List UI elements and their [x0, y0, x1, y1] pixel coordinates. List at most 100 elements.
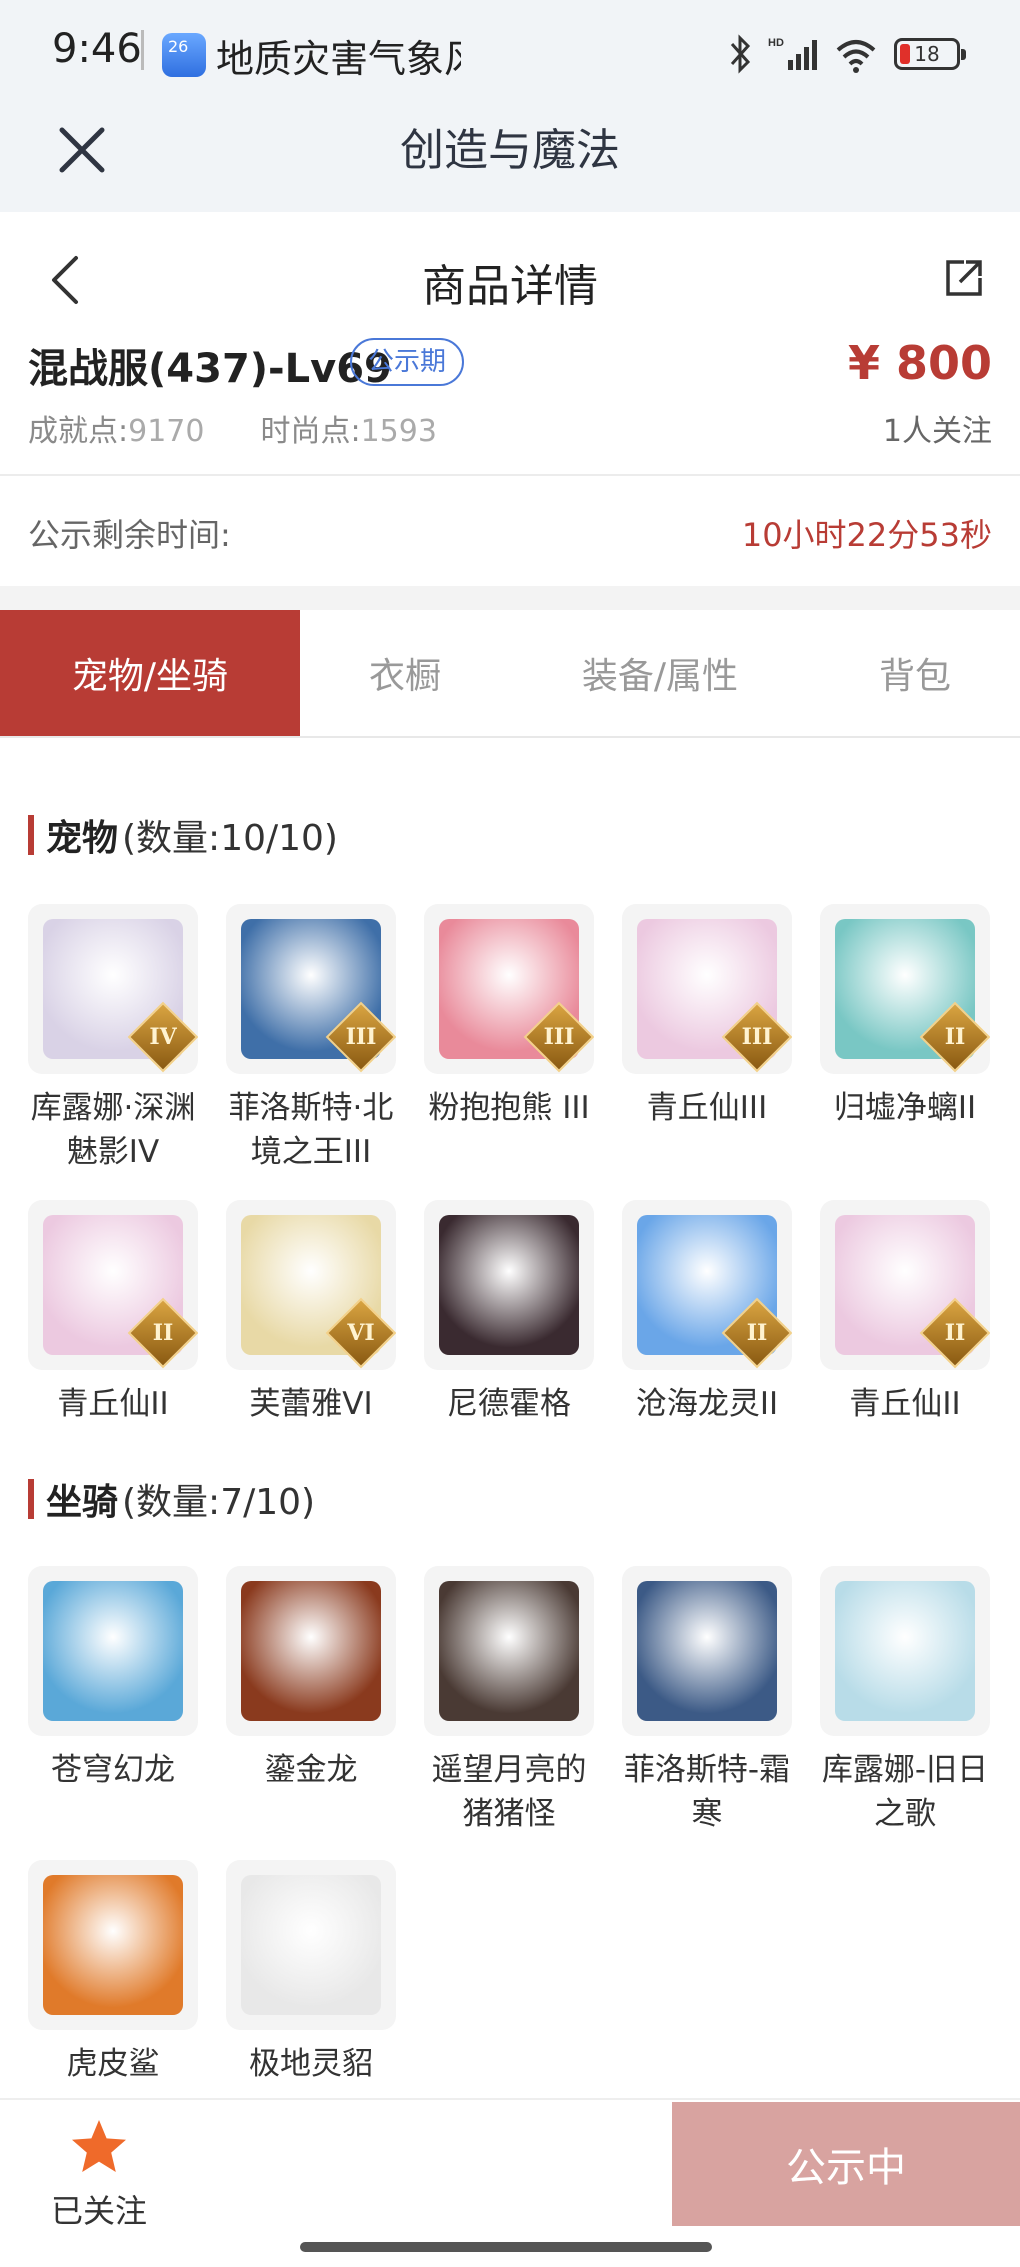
- thumbnail: [28, 1566, 198, 1736]
- mount-card[interactable]: 遥望月亮的猪猪怪: [424, 1566, 594, 1836]
- tier-numeral: II: [944, 1320, 966, 1346]
- pet-card[interactable]: II 归墟净螭II: [820, 904, 990, 1174]
- battery-icon: 18: [894, 38, 966, 70]
- share-icon[interactable]: [942, 256, 986, 300]
- pets-section-title: 宠物 (数量:10/10): [28, 812, 338, 859]
- thumbnail: [424, 1566, 594, 1736]
- golden-dragon-icon: [241, 1581, 381, 1721]
- pet-card[interactable]: II 青丘仙II: [28, 1200, 198, 1426]
- black-dragon-icon: [439, 1215, 579, 1355]
- status-bar: 9:46 26 地质灾害气象风 HD 18: [0, 0, 1020, 110]
- bottom-action-bar: 已关注 公示中: [0, 2098, 1020, 2267]
- card-label: 归墟净螭II: [833, 1090, 977, 1126]
- mount-card[interactable]: 苍穹幻龙: [28, 1566, 198, 1836]
- frost-king-icon: [637, 1581, 777, 1721]
- achievement-label: 成就点:: [28, 414, 129, 449]
- pig-monster-icon: [439, 1581, 579, 1721]
- section-marker: [28, 815, 34, 855]
- status-time: 9:46: [52, 26, 142, 72]
- tier-numeral: II: [152, 1320, 174, 1346]
- pet-card[interactable]: 尼德霍格: [424, 1200, 594, 1426]
- card-label: 极地灵貂: [249, 2046, 373, 2082]
- status-notification: 地质灾害气象风: [216, 37, 461, 81]
- card-label: 菲洛斯特·北境之王III: [228, 1090, 394, 1170]
- pet-card[interactable]: IV 库露娜·深渊魅影IV: [28, 904, 198, 1174]
- pet-card[interactable]: II 青丘仙II: [820, 1200, 990, 1426]
- timer-label: 公示剩余时间:: [28, 516, 231, 554]
- weather-app-icon: 26: [162, 33, 206, 77]
- home-indicator: [300, 2242, 712, 2252]
- polar-marten-icon: [241, 1875, 381, 2015]
- pet-card[interactable]: VI 芙蕾雅VI: [226, 1200, 396, 1426]
- product-header: 商品详情 混战服(437)-Lv69 公示期 ¥ 800 成就点:9170 时尚点…: [0, 212, 1020, 474]
- item-name: 混战服(437)-Lv69: [28, 346, 392, 392]
- follow-label: 已关注: [50, 2192, 147, 2230]
- fashion-label: 时尚点:: [260, 414, 361, 449]
- tier-numeral: IV: [149, 1024, 177, 1050]
- status-icons: HD 18: [728, 32, 966, 76]
- card-label: 菲洛斯特-霜寒: [623, 1752, 791, 1832]
- thumbnail: IV: [28, 904, 198, 1074]
- app-title-bar: 创造与魔法: [0, 110, 1020, 212]
- card-label: 鎏金龙: [264, 1752, 358, 1788]
- card-label: 虎皮鲨: [66, 2046, 160, 2082]
- signal-icon: HD: [768, 37, 817, 70]
- card-label: 尼德霍格: [447, 1386, 571, 1422]
- tab-wardrobe[interactable]: 衣橱: [300, 610, 510, 736]
- price: ¥ 800: [847, 336, 992, 390]
- mount-card[interactable]: 虎皮鲨: [28, 1860, 198, 2086]
- pet-card[interactable]: III 青丘仙III: [622, 904, 792, 1174]
- mount-card[interactable]: 极地灵貂: [226, 1860, 396, 2086]
- page-title: 商品详情: [422, 261, 598, 312]
- card-label: 沧海龙灵II: [635, 1386, 779, 1422]
- mount-card[interactable]: 鎏金龙: [226, 1566, 396, 1836]
- tier-numeral: II: [944, 1024, 966, 1050]
- tier-numeral: III: [543, 1024, 575, 1050]
- thumbnail: III: [424, 904, 594, 1074]
- tab-bar: 宠物/坐骑 衣橱 装备/属性 背包: [0, 610, 1020, 738]
- card-label: 遥望月亮的猪猪怪: [431, 1752, 587, 1832]
- in-notice-button[interactable]: 公示中: [672, 2102, 1020, 2226]
- mount-card[interactable]: 库露娜-旧日之歌: [820, 1566, 990, 1836]
- pet-card[interactable]: II 沧海龙灵II: [622, 1200, 792, 1426]
- battery-level: 18: [914, 42, 940, 66]
- thumbnail: [820, 1566, 990, 1736]
- pet-card[interactable]: III 粉抱抱熊 III: [424, 904, 594, 1174]
- pet-card[interactable]: III 菲洛斯特·北境之王III: [226, 904, 396, 1174]
- tiger-shark-icon: [43, 1875, 183, 2015]
- card-label: 库露娜·深渊魅影IV: [30, 1090, 196, 1170]
- thumbnail: II: [622, 1200, 792, 1370]
- status-separator: [141, 30, 144, 70]
- tier-numeral: III: [741, 1024, 773, 1050]
- mounts-title: 坐骑: [46, 1482, 119, 1523]
- sky-dragon-icon: [43, 1581, 183, 1721]
- card-label: 苍穹幻龙: [51, 1752, 175, 1788]
- card-label: 库露娜-旧日之歌: [821, 1752, 989, 1832]
- thumbnail: II: [820, 904, 990, 1074]
- mounts-section-title: 坐骑 (数量:7/10): [28, 1476, 316, 1523]
- mount-card[interactable]: 菲洛斯特-霜寒: [622, 1566, 792, 1836]
- pets-grid: IV 库露娜·深渊魅影IV III 菲洛斯特·北境之王III III 粉抱抱熊 III II…: [28, 904, 996, 1426]
- mounts-count: (数量:7/10): [122, 1482, 316, 1523]
- achievement-value: 9170: [128, 414, 205, 449]
- tab-equipment-attributes[interactable]: 装备/属性: [510, 610, 810, 736]
- timer-value: 10小时22分53秒: [741, 516, 992, 554]
- card-label: 青丘仙II: [57, 1386, 169, 1422]
- card-label: 青丘仙III: [646, 1090, 768, 1126]
- bluetooth-icon: [730, 34, 751, 74]
- wifi-icon: [836, 40, 876, 73]
- thumbnail: [226, 1566, 396, 1736]
- tab-backpack[interactable]: 背包: [810, 610, 1020, 736]
- fashion-value: 1593: [360, 414, 437, 449]
- item-stats: 成就点:9170 时尚点:1593: [28, 406, 437, 450]
- thumbnail: [28, 1860, 198, 2030]
- follow-button[interactable]: 已关注: [44, 2118, 154, 2232]
- thumbnail: II: [820, 1200, 990, 1370]
- sheep-girl-icon: [835, 1581, 975, 1721]
- app-title: 创造与魔法: [400, 125, 620, 176]
- status-badge: 公示期: [350, 338, 465, 386]
- notice-timer-row: 公示剩余时间: 10小时22分53秒: [0, 476, 1020, 586]
- follower-count: 1人关注: [882, 414, 992, 449]
- tab-pets-mounts[interactable]: 宠物/坐骑: [0, 610, 300, 736]
- thumbnail: [622, 1566, 792, 1736]
